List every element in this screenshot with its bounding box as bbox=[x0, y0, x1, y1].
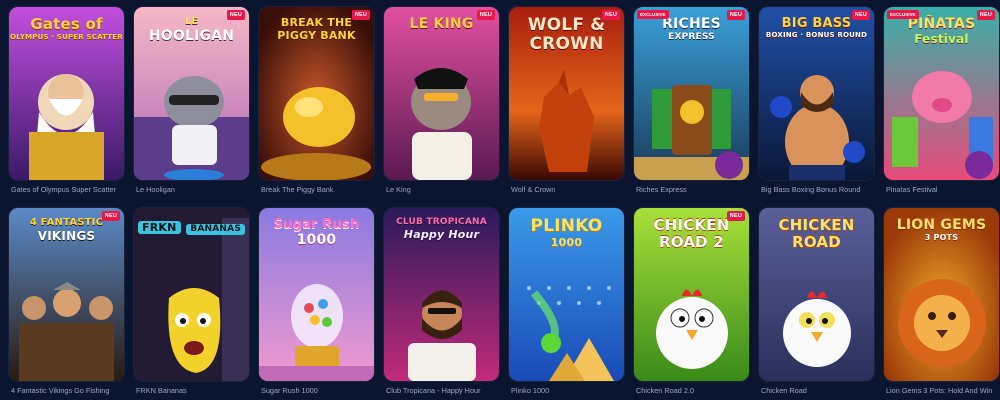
game-logo-line1: Gates of bbox=[30, 15, 103, 33]
game-thumbnail[interactable]: 4 FANTASTIC VIKINGS NEU bbox=[9, 208, 124, 381]
game-tile[interactable]: BIG BASS BOXING · BONUS ROUND NEU Big Ba… bbox=[759, 7, 874, 194]
new-badge: NEU bbox=[226, 10, 245, 20]
game-title[interactable]: Big Bass Boxing Bonus Round bbox=[761, 185, 891, 194]
game-title[interactable]: Riches Express bbox=[636, 185, 766, 194]
game-tile[interactable]: Gates of OLYMPUS · SUPER SCATTER Gates o… bbox=[9, 7, 124, 194]
game-thumbnail[interactable]: WOLF & CROWN NEU bbox=[509, 7, 624, 180]
game-title[interactable]: Chicken Road 2.0 bbox=[636, 386, 766, 395]
game-logo-line1: LION GEMS bbox=[896, 217, 987, 233]
game-logo-line1: PLINKO bbox=[530, 216, 603, 236]
game-logo-line2: HOOLIGAN bbox=[148, 28, 235, 44]
game-tile[interactable]: CHICKEN ROAD 2 NEU Chicken Road 2.0 bbox=[634, 208, 749, 395]
game-thumbnail[interactable]: CHICKEN ROAD bbox=[759, 208, 874, 381]
game-tile[interactable]: PIÑATAS Festival EXCLUSIVE NEU Pinatas F… bbox=[884, 7, 999, 194]
game-title[interactable]: Chicken Road bbox=[761, 386, 891, 395]
game-logo-line2: VIKINGS bbox=[37, 229, 96, 243]
new-badge: NEU bbox=[976, 10, 995, 20]
game-logo-line2: ROAD bbox=[792, 233, 841, 251]
game-tile[interactable]: PLINKO 1000 Plinko 1000 bbox=[509, 208, 624, 395]
game-tile[interactable]: LE HOOLIGAN NEU Le Hooligan bbox=[134, 7, 249, 194]
game-logo-line2: PIGGY BANK bbox=[277, 29, 356, 42]
game-logo-line1: CHICKEN bbox=[778, 216, 855, 234]
game-title[interactable]: Break The Piggy Bank bbox=[261, 185, 391, 194]
game-title[interactable]: Club Tropicana - Happy Hour bbox=[386, 386, 516, 395]
game-thumbnail[interactable]: CHICKEN ROAD 2 NEU bbox=[634, 208, 749, 381]
game-title[interactable]: Plinko 1000 bbox=[511, 386, 641, 395]
new-badge: NEU bbox=[101, 211, 120, 221]
game-logo-line2: EXPRESS bbox=[668, 32, 715, 42]
game-logo-line1: Sugar Rush bbox=[273, 217, 360, 232]
game-title[interactable]: Lion Gems 3 Pots: Hold And Win bbox=[886, 386, 1000, 395]
game-title[interactable]: FRKN Bananas bbox=[136, 386, 266, 395]
game-thumbnail[interactable]: FRKN BANANAS bbox=[134, 208, 249, 381]
new-badge: NEU bbox=[726, 10, 745, 20]
game-tile[interactable]: BREAK THE PIGGY BANK NEU Break The Piggy… bbox=[259, 7, 374, 194]
game-logo-line2: BOXING · BONUS ROUND bbox=[765, 31, 868, 39]
game-logo-line2: 1000 bbox=[296, 232, 337, 248]
game-title[interactable]: Le Hooligan bbox=[136, 185, 266, 194]
new-badge: NEU bbox=[726, 211, 745, 221]
game-tile[interactable]: LE KING NEU Le King bbox=[384, 7, 499, 194]
new-badge: NEU bbox=[351, 10, 370, 20]
game-thumbnail[interactable]: PLINKO 1000 bbox=[509, 208, 624, 381]
game-logo-line2: CROWN bbox=[529, 34, 604, 54]
game-thumbnail[interactable]: CLUB TROPICANA Happy Hour bbox=[384, 208, 499, 381]
game-logo-line1: CLUB TROPICANA bbox=[396, 217, 487, 227]
game-thumbnail[interactable]: LION GEMS 3 POTS bbox=[884, 208, 999, 381]
game-logo-line2: BANANAS bbox=[186, 224, 245, 235]
le-king-artwork bbox=[384, 7, 499, 180]
new-badge: NEU bbox=[851, 10, 870, 20]
game-tile[interactable]: CHICKEN ROAD Chicken Road bbox=[759, 208, 874, 395]
game-tile[interactable]: RICHES EXPRESS EXCLUSIVE NEU Riches Expr… bbox=[634, 7, 749, 194]
game-logo-line2: Festival bbox=[914, 32, 969, 46]
game-tile[interactable]: FRKN BANANAS FRKN Bananas bbox=[134, 208, 249, 395]
game-thumbnail[interactable]: Sugar Rush 1000 bbox=[259, 208, 374, 381]
exclusive-badge: EXCLUSIVE bbox=[637, 10, 669, 19]
game-tile[interactable]: LION GEMS 3 POTS Lion Gems 3 Pots: Hold … bbox=[884, 208, 999, 395]
game-tile[interactable]: CLUB TROPICANA Happy Hour Club Tropicana… bbox=[384, 208, 499, 395]
game-title[interactable]: 4 Fantastic Vikings Go Fishing bbox=[11, 386, 141, 395]
game-tile[interactable]: WOLF & CROWN NEU Wolf & Crown bbox=[509, 7, 624, 194]
games-grid: Gates of OLYMPUS · SUPER SCATTER Gates o… bbox=[9, 7, 999, 395]
new-badge: NEU bbox=[476, 10, 495, 20]
new-badge: NEU bbox=[601, 10, 620, 20]
game-thumbnail[interactable]: LE KING NEU bbox=[384, 7, 499, 180]
game-title[interactable]: Le King bbox=[386, 185, 516, 194]
game-thumbnail[interactable]: BIG BASS BOXING · BONUS ROUND NEU bbox=[759, 7, 874, 180]
game-thumbnail[interactable]: BREAK THE PIGGY BANK NEU bbox=[259, 7, 374, 180]
game-tile[interactable]: Sugar Rush 1000 Sugar Rush 1000 bbox=[259, 208, 374, 395]
game-logo-line2: ROAD 2 bbox=[659, 233, 724, 251]
game-logo-line2: 3 POTS bbox=[924, 233, 959, 242]
game-thumbnail[interactable]: LE HOOLIGAN NEU bbox=[134, 7, 249, 180]
game-tile[interactable]: 4 FANTASTIC VIKINGS NEU 4 Fantastic Viki… bbox=[9, 208, 124, 395]
game-thumbnail[interactable]: PIÑATAS Festival EXCLUSIVE NEU bbox=[884, 7, 999, 180]
game-logo-line2: Happy Hour bbox=[403, 228, 480, 241]
game-logo-line2: 1000 bbox=[550, 236, 583, 249]
game-thumbnail[interactable]: RICHES EXPRESS EXCLUSIVE NEU bbox=[634, 7, 749, 180]
game-logo-line1: FRKN bbox=[138, 221, 181, 234]
exclusive-badge: EXCLUSIVE bbox=[887, 10, 919, 19]
game-title[interactable]: Sugar Rush 1000 bbox=[261, 386, 391, 395]
game-title[interactable]: Wolf & Crown bbox=[511, 185, 641, 194]
game-thumbnail[interactable]: Gates of OLYMPUS · SUPER SCATTER bbox=[9, 7, 124, 180]
game-logo-line2: OLYMPUS · SUPER SCATTER bbox=[10, 33, 123, 41]
game-title[interactable]: Pinatas Festival bbox=[886, 185, 1000, 194]
game-title[interactable]: Gates of Olympus Super Scatter bbox=[11, 185, 141, 194]
